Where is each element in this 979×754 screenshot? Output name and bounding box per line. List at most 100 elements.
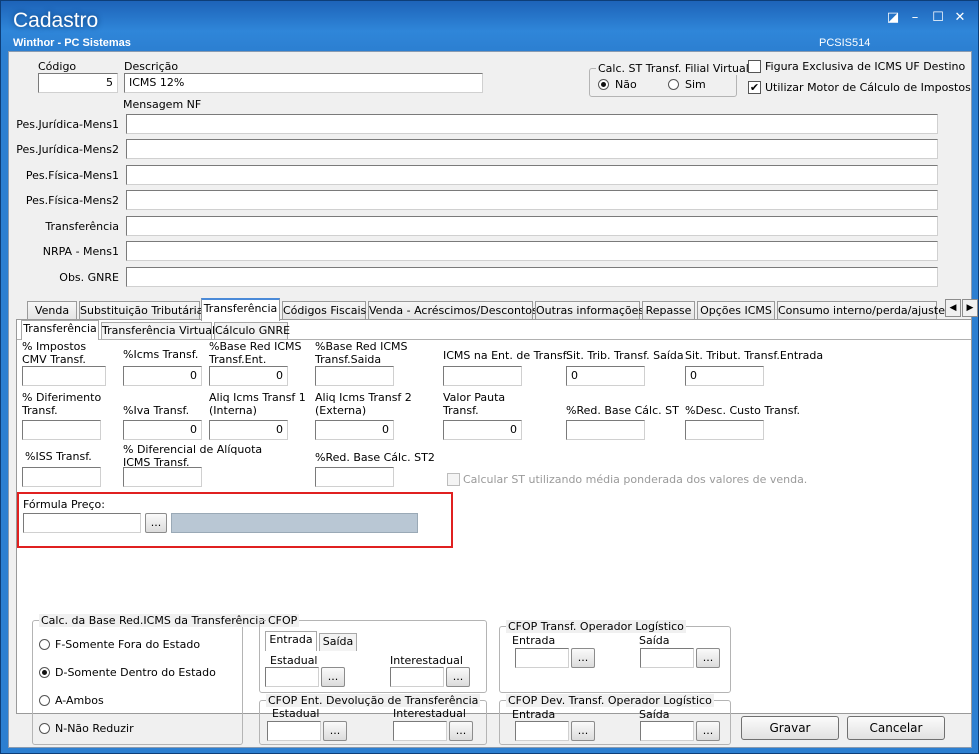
subtab-transferencia-virtual[interactable]: Transferência Virtual (101, 322, 215, 340)
base-red-saida-input[interactable] (315, 366, 394, 386)
cfop-dev-op-entrada-label: Entrada (512, 708, 556, 721)
tab-codigos-fiscais[interactable]: Códigos Fiscais (282, 301, 366, 320)
cfop-dev-op-saida-input[interactable] (640, 721, 694, 741)
tab-repasse[interactable]: Repasse (642, 301, 695, 320)
tab-consumo-interno[interactable]: Consumo interno/perda/ajuste (777, 301, 945, 320)
formula-preco-browse-button[interactable]: ... (145, 513, 167, 533)
cfop-dev-op-entrada-browse-button[interactable]: ... (571, 721, 595, 741)
restore-icon[interactable]: ◪ (885, 11, 901, 25)
mensagem-row-input[interactable] (126, 114, 938, 134)
aliq-interna-label: Aliq Icms Transf 1 (Interna) (209, 391, 306, 417)
diferimento-input[interactable] (22, 420, 101, 440)
maximize-icon[interactable]: ☐ (930, 11, 946, 25)
cfop-dev-op-saida-label: Saída (639, 708, 670, 721)
cfop-estadual-input[interactable] (265, 667, 319, 687)
mensagem-row-label: Pes.Jurídica-Mens1 (16, 118, 119, 131)
tab-scroll-left-icon[interactable]: ◀ (945, 299, 961, 317)
impostos-cmv-input[interactable] (22, 366, 106, 386)
diferimento-label: % Diferimento Transf. (22, 391, 102, 417)
tab-opcoes-icms[interactable]: Opções ICMS (697, 301, 775, 320)
calc-base-radio-a[interactable] (39, 695, 50, 706)
figura-exclusiva-checkbox[interactable] (748, 60, 761, 73)
cfop-estadual-label: Estadual (270, 654, 318, 667)
main-window: Cadastro Winthor - PC Sistemas PCSIS514 … (0, 0, 979, 754)
calc-base-option-f: F-Somente Fora do Estado (55, 638, 201, 651)
cfop-dev-op-logistico-group: CFOP Dev. Transf. Operador Logístico Ent… (499, 694, 731, 745)
cfop-op-entrada-input[interactable] (515, 648, 569, 668)
cfop-dev-estadual-input[interactable] (267, 721, 321, 741)
calc-base-radio-d[interactable] (39, 667, 50, 678)
calc-base-radio-f[interactable] (39, 639, 50, 650)
calc-st-media-checkbox[interactable] (447, 473, 460, 486)
descricao-input[interactable]: ICMS 12% (124, 73, 483, 93)
cfop-dev-estadual-browse-button[interactable]: ... (323, 721, 347, 741)
tab-venda[interactable]: Venda (27, 301, 77, 320)
base-red-ent-input[interactable]: 0 (209, 366, 288, 386)
tab-venda-acrescimos[interactable]: Venda - Acréscimos/Descontos (368, 301, 538, 320)
calc-base-radio-n[interactable] (39, 723, 50, 734)
cfop-devolucao-group: CFOP Ent. Devolução de Transferência Est… (259, 694, 487, 745)
sit-trib-saida-input[interactable]: 0 (566, 366, 645, 386)
mensagem-row-input[interactable] (126, 241, 938, 261)
cancelar-button[interactable]: Cancelar (847, 716, 945, 740)
tab-scroll-right-icon[interactable]: ▶ (962, 299, 978, 317)
calc-base-option-d: D-Somente Dentro do Estado (55, 666, 216, 679)
cfop-interestadual-input[interactable] (390, 667, 444, 687)
cfop-tab-entrada[interactable]: Entrada (265, 631, 317, 651)
icms-ent-dest-input[interactable] (443, 366, 522, 386)
mensagem-row-input[interactable] (126, 139, 938, 159)
iva-transf-input[interactable]: 0 (123, 420, 202, 440)
mensagem-row-input[interactable] (126, 165, 938, 185)
form-client-area: Código 5 Descrição ICMS 12% Calc. ST Tra… (8, 51, 978, 748)
utilizar-motor-checkbox[interactable]: ✔ (748, 81, 761, 94)
mensagem-row-input[interactable] (126, 216, 938, 236)
gravar-button[interactable]: Gravar (741, 716, 839, 740)
sit-trib-entrada-input[interactable]: 0 (685, 366, 764, 386)
valor-pauta-label: Valor Pauta Transf. (443, 391, 506, 417)
mensagem-row-label: Obs. GNRE (59, 271, 119, 284)
aliq-externa-input[interactable]: 0 (315, 420, 394, 440)
desc-custo-label: %Desc. Custo Transf. (685, 404, 801, 417)
icms-transf-input[interactable]: 0 (123, 366, 202, 386)
codigo-label: Código (38, 60, 77, 73)
codigo-input[interactable]: 5 (38, 73, 118, 93)
tab-outras-informacoes[interactable]: Outras informações (535, 301, 644, 320)
cfop-dev-interestadual-browse-button[interactable]: ... (449, 721, 473, 741)
tab-transferencia[interactable]: Transferência (201, 298, 280, 321)
formula-preco-input[interactable] (23, 513, 141, 533)
cfop-group: CFOP Entrada Saída Estadual ... Interest… (259, 614, 487, 693)
iss-transf-label: %ISS Transf. (25, 450, 92, 463)
cfop-dev-interestadual-input[interactable] (393, 721, 447, 741)
formula-preco-description (171, 513, 418, 533)
mensagem-row-label: NRPA - Mens1 (42, 245, 119, 258)
cfop-op-entrada-browse-button[interactable]: ... (571, 648, 595, 668)
desc-custo-input[interactable] (685, 420, 764, 440)
cfop-tab-saida[interactable]: Saída (319, 633, 357, 651)
cfop-op-saida-input[interactable] (640, 648, 694, 668)
cfop-op-saida-browse-button[interactable]: ... (696, 648, 720, 668)
subtab-calculo-gnre[interactable]: Cálculo GNRE (214, 322, 290, 340)
mensagem-row-input[interactable] (126, 190, 938, 210)
radio-sim-label: Sim (685, 78, 706, 91)
minimize-icon[interactable]: – (907, 11, 923, 25)
aliq-interna-input[interactable]: 0 (209, 420, 288, 440)
cfop-interestadual-browse-button[interactable]: ... (446, 667, 470, 687)
red-base-st-input[interactable] (566, 420, 645, 440)
radio-sim[interactable] (668, 79, 679, 90)
cfop-dev-op-entrada-input[interactable] (515, 721, 569, 741)
radio-nao[interactable] (598, 79, 609, 90)
cfop-estadual-browse-button[interactable]: ... (321, 667, 345, 687)
dif-aliquota-input[interactable] (123, 467, 202, 487)
mensagem-row-input[interactable] (126, 267, 938, 287)
subtab-transferencia[interactable]: Transferência (21, 320, 99, 340)
valor-pauta-input[interactable]: 0 (443, 420, 522, 440)
red-base-st-label: %Red. Base Cálc. ST (566, 404, 679, 417)
iss-transf-input[interactable] (22, 467, 101, 487)
radio-nao-label: Não (615, 78, 637, 91)
dif-aliquota-label: % Diferencial de Alíquota ICMS Transf. (123, 443, 263, 469)
red-base-st2-input[interactable] (315, 467, 394, 487)
close-icon[interactable]: ✕ (952, 11, 968, 25)
tab-substituicao-tributaria[interactable]: Substituição Tributária (79, 301, 203, 320)
figura-exclusiva-label: Figura Exclusiva de ICMS UF Destino (765, 60, 966, 73)
cfop-dev-op-saida-browse-button[interactable]: ... (696, 721, 720, 741)
